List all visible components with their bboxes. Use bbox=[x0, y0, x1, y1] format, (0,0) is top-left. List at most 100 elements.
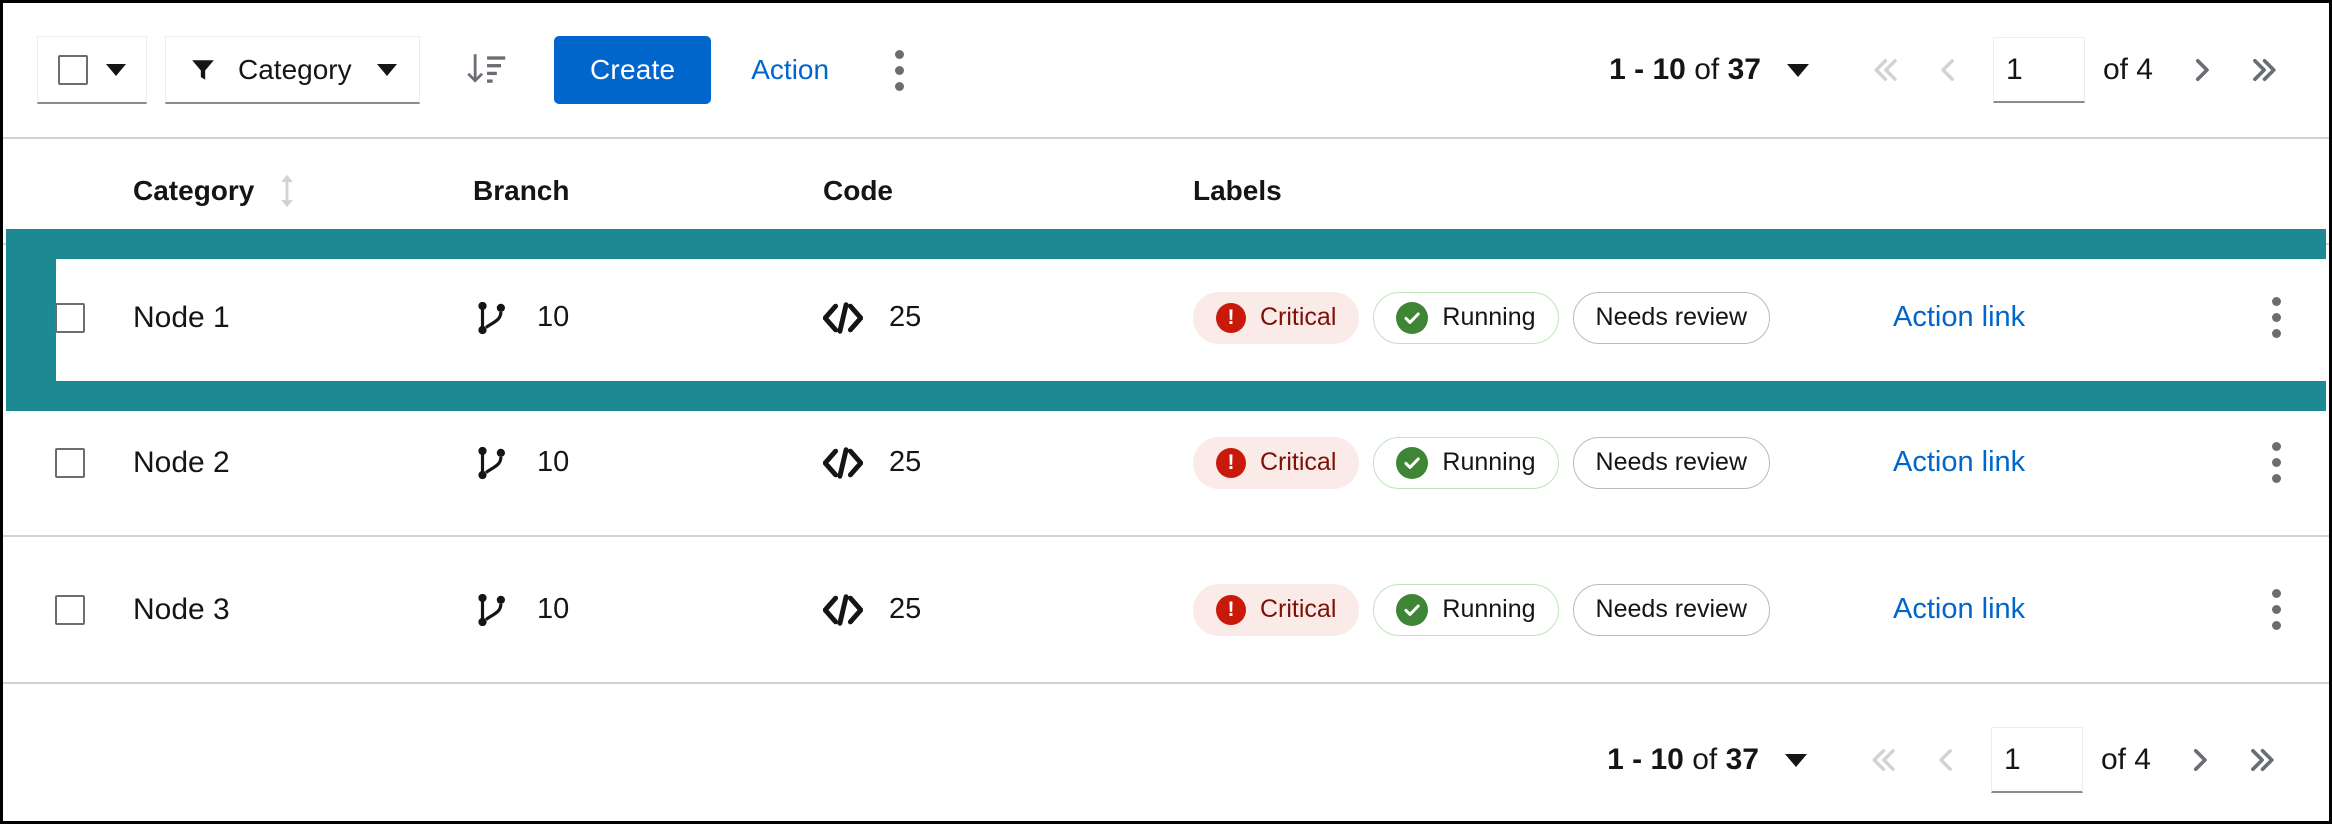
label-chip-text: Needs review bbox=[1595, 595, 1747, 623]
row-code-value: 25 bbox=[889, 593, 922, 625]
top-page-number-input[interactable] bbox=[1992, 37, 2085, 103]
bulk-select-checkbox[interactable] bbox=[58, 54, 88, 85]
label-chip[interactable]: ! Critical bbox=[1193, 436, 1360, 489]
angle-right-icon bbox=[2193, 748, 2207, 772]
label-chip[interactable]: Running bbox=[1373, 436, 1559, 489]
data-table: Category Branch Code Labels Node 1 10 25… bbox=[3, 139, 2329, 684]
label-chip-text: Running bbox=[1442, 448, 1536, 476]
row-select-cell bbox=[3, 244, 133, 390]
code-icon bbox=[823, 446, 863, 479]
row-select-cell bbox=[3, 536, 133, 684]
row-branch-cell: 10 bbox=[473, 390, 823, 537]
row-category-value: Node 2 bbox=[133, 445, 230, 479]
label-chip[interactable]: Needs review bbox=[1572, 583, 1770, 636]
column-header-code-label: Code bbox=[823, 175, 893, 206]
row-select-cell bbox=[3, 390, 133, 537]
create-button[interactable]: Create bbox=[554, 36, 712, 104]
angle-double-right-icon bbox=[2251, 748, 2274, 772]
sort-icon[interactable] bbox=[276, 174, 298, 208]
sort-button[interactable] bbox=[448, 36, 524, 104]
label-chip-text: Critical bbox=[1260, 448, 1337, 476]
category-filter-dropdown[interactable]: Category bbox=[165, 36, 420, 104]
kebab-dot bbox=[2271, 605, 2281, 614]
data-table-page: Category Create Action 1 - 10 of 37 1 of… bbox=[0, 0, 2332, 824]
table-row-selected[interactable]: Node 1 10 25! Critical Running Needs review Ac… bbox=[3, 244, 2329, 390]
toolbar-overflow-menu-button[interactable] bbox=[871, 40, 927, 100]
last-page-button[interactable] bbox=[2231, 729, 2293, 791]
check-circle-icon bbox=[1396, 593, 1429, 626]
first-page-button[interactable] bbox=[1855, 39, 1917, 101]
code-branch-icon bbox=[478, 446, 505, 479]
code-icon bbox=[823, 301, 863, 334]
exclamation-circle-icon: ! bbox=[1216, 594, 1246, 625]
kebab-dot bbox=[894, 49, 904, 59]
sort-amount-down-icon bbox=[467, 54, 506, 83]
column-header-category-label: Category bbox=[133, 175, 255, 206]
previous-page-button[interactable] bbox=[1917, 39, 1979, 101]
table-body: Node 1 10 25! Critical Running Needs review Ac… bbox=[3, 244, 2329, 684]
angle-left-icon bbox=[1939, 749, 1952, 771]
row-checkbox[interactable] bbox=[55, 447, 85, 478]
kebab-dot bbox=[2271, 313, 2281, 322]
row-checkbox[interactable] bbox=[55, 302, 85, 333]
row-category-cell: Node 2 bbox=[133, 390, 473, 537]
label-chip[interactable]: Running bbox=[1373, 583, 1559, 636]
kebab-dot bbox=[2271, 589, 2281, 598]
label-chip-text: Needs review bbox=[1595, 303, 1747, 331]
toolbar-action-link[interactable]: Action bbox=[751, 54, 829, 86]
label-chip-text: Running bbox=[1442, 595, 1536, 623]
kebab-dot bbox=[2271, 329, 2281, 338]
kebab-dot bbox=[2271, 442, 2281, 451]
row-action-cell: Action link bbox=[1893, 390, 2253, 537]
row-branch-value: 10 bbox=[537, 593, 570, 625]
bottom-pagination-range: 1 - 10 of 37 bbox=[1607, 743, 1759, 776]
row-branch-cell: 10 bbox=[473, 536, 823, 684]
row-branch-value: 10 bbox=[537, 446, 570, 478]
top-pagination-summary-dropdown[interactable]: 1 - 10 of 37 bbox=[1609, 53, 1809, 87]
row-action-link[interactable]: Action link bbox=[1893, 301, 2025, 333]
bottom-pagination-summary-dropdown[interactable]: 1 - 10 of 37 bbox=[1607, 743, 1807, 777]
row-code-cell: 25 bbox=[823, 536, 1193, 684]
exclamation-circle-icon: ! bbox=[1216, 302, 1246, 333]
toolbar-right-group: 1 - 10 of 37 1 of 4 bbox=[1609, 37, 2295, 103]
row-labels-cell: ! Critical Running Needs review bbox=[1193, 390, 1893, 537]
row-action-link[interactable]: Action link bbox=[1893, 446, 2025, 478]
row-overflow-menu-button[interactable] bbox=[2253, 433, 2299, 493]
angle-double-left-icon bbox=[1874, 59, 1897, 81]
row-checkbox[interactable] bbox=[55, 594, 85, 625]
code-branch-icon bbox=[478, 593, 505, 626]
label-chip[interactable]: ! Critical bbox=[1193, 291, 1360, 344]
label-chip[interactable]: Running bbox=[1373, 291, 1559, 344]
label-chip[interactable]: Needs review bbox=[1572, 291, 1770, 344]
next-page-button[interactable] bbox=[2169, 729, 2231, 791]
row-overflow-menu-button[interactable] bbox=[2253, 288, 2299, 348]
previous-page-button[interactable] bbox=[1915, 729, 1977, 791]
bulk-select-dropdown[interactable] bbox=[37, 36, 147, 104]
bottom-page-number-input[interactable] bbox=[1990, 727, 2083, 793]
kebab-dot bbox=[2271, 458, 2281, 467]
last-page-button[interactable] bbox=[2233, 39, 2295, 101]
table-footer: 1 - 10 of 37 of 4 bbox=[3, 684, 2329, 821]
angle-right-icon bbox=[2195, 58, 2209, 82]
label-chip[interactable]: Needs review bbox=[1572, 436, 1770, 489]
kebab-dot bbox=[894, 81, 904, 91]
label-chip-text: Needs review bbox=[1595, 448, 1747, 476]
row-labels-cell: ! Critical Running Needs review bbox=[1193, 536, 1893, 684]
row-kebab-cell bbox=[2253, 244, 2329, 390]
label-chip-text: Critical bbox=[1260, 303, 1337, 331]
caret-down-icon bbox=[106, 63, 126, 76]
table-row[interactable]: Node 3 10 25! Critical Running Needs review Ac… bbox=[3, 536, 2329, 684]
row-action-link[interactable]: Action link bbox=[1893, 593, 2025, 625]
row-overflow-menu-button[interactable] bbox=[2253, 580, 2299, 640]
label-chip[interactable]: ! Critical bbox=[1193, 583, 1360, 636]
angle-double-right-icon bbox=[2253, 58, 2276, 82]
row-action-cell: Action link bbox=[1893, 536, 2253, 684]
column-header-labels-label: Labels bbox=[1193, 175, 1282, 206]
next-page-button[interactable] bbox=[2171, 39, 2233, 101]
angle-double-left-icon bbox=[1872, 749, 1895, 771]
row-branch-cell: 10 bbox=[473, 244, 823, 390]
table-row[interactable]: Node 2 10 25! Critical Running Needs review Ac… bbox=[3, 390, 2329, 537]
filter-icon bbox=[190, 57, 216, 83]
first-page-button[interactable] bbox=[1853, 729, 1915, 791]
angle-left-icon bbox=[1941, 59, 1954, 81]
